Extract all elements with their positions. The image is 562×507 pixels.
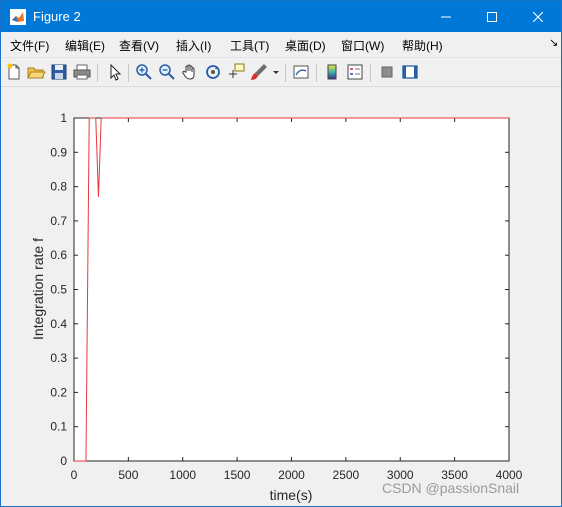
- minimize-button[interactable]: [423, 1, 469, 32]
- save-icon[interactable]: [49, 62, 69, 82]
- menu-help[interactable]: 帮助(H): [402, 37, 443, 54]
- y-axis-label: Integration rate f: [30, 238, 46, 340]
- toolbar-separator: [97, 64, 98, 82]
- pan-hand-icon[interactable]: [180, 62, 200, 82]
- menu-desktop[interactable]: 桌面(D): [285, 37, 326, 54]
- menu-insert[interactable]: 插入(I): [176, 37, 211, 54]
- x-tick-label: 1500: [224, 468, 251, 482]
- minimize-icon: [441, 16, 451, 17]
- axes-background: [73, 117, 510, 462]
- show-plot-tools-icon[interactable]: [400, 62, 420, 82]
- open-file-icon[interactable]: [26, 62, 46, 82]
- brush-icon[interactable]: [249, 62, 269, 82]
- close-icon: [533, 11, 543, 22]
- zoom-out-icon[interactable]: [157, 62, 177, 82]
- y-tick-label: 0.5: [50, 283, 67, 297]
- figure-toolbar: [1, 57, 561, 87]
- toolbar-separator: [370, 64, 371, 82]
- legend-icon[interactable]: [345, 62, 365, 82]
- data-cursor-icon[interactable]: [226, 62, 246, 82]
- x-tick-label: 2500: [333, 468, 360, 482]
- x-tick-label: 1000: [169, 468, 196, 482]
- window-title: Figure 2: [33, 9, 81, 24]
- y-tick-label: 0.8: [50, 180, 67, 194]
- menu-overflow-arrow-icon[interactable]: ↘: [549, 36, 558, 49]
- toolbar-separator: [316, 64, 317, 82]
- link-plot-icon[interactable]: [291, 62, 311, 82]
- pointer-icon[interactable]: [105, 62, 125, 82]
- x-tick-label: 500: [118, 468, 138, 482]
- matlab-logo-icon: [10, 9, 26, 25]
- menu-file[interactable]: 文件(F): [10, 37, 49, 54]
- y-tick-label: 1: [60, 111, 67, 125]
- x-axis-label: time(s): [270, 487, 313, 503]
- toolbar-separator: [285, 64, 286, 82]
- y-tick-label: 0.6: [50, 248, 67, 262]
- colorbar-icon[interactable]: [322, 62, 342, 82]
- axes: 0 500 1000 1500 2000 2500 3000 3500 4000 00.10.2…: [50, 111, 522, 482]
- y-tick-label: 0.3: [50, 351, 67, 365]
- toolbar-separator: [128, 64, 129, 82]
- menu-edit[interactable]: 编辑(E): [65, 37, 105, 54]
- y-tick-label: 0.7: [50, 214, 67, 228]
- new-figure-icon[interactable]: [4, 62, 24, 82]
- y-tick-label: 0.4: [50, 317, 67, 331]
- rotate-3d-icon[interactable]: [203, 62, 223, 82]
- x-tick-label: 0: [71, 468, 78, 482]
- y-tick-label: 0.2: [50, 385, 67, 399]
- maximize-icon: [487, 11, 497, 22]
- menu-view[interactable]: 查看(V): [119, 37, 159, 54]
- maximize-button[interactable]: [469, 1, 515, 32]
- y-tick-label: 0.9: [50, 145, 67, 159]
- close-button[interactable]: [515, 1, 561, 32]
- y-tick-label: 0: [60, 454, 67, 468]
- brush-dropdown-arrow-icon[interactable]: [271, 62, 281, 82]
- menu-tools[interactable]: 工具(T): [230, 37, 269, 54]
- zoom-in-icon[interactable]: [134, 62, 154, 82]
- watermark-text: CSDN @passionSnail: [382, 480, 520, 496]
- menu-bar: 文件(F) 编辑(E) 查看(V) 插入(I) 工具(T) 桌面(D) 窗口(W…: [1, 32, 561, 56]
- print-icon[interactable]: [72, 62, 92, 82]
- plot-canvas[interactable]: 0 500 1000 1500 2000 2500 3000 3500 4000 00.10.2…: [0, 87, 560, 505]
- hide-plot-tools-icon[interactable]: [377, 62, 397, 82]
- title-bar[interactable]: Figure 2: [1, 1, 561, 32]
- y-tick-label: 0.1: [50, 420, 67, 434]
- x-tick-label: 2000: [278, 468, 305, 482]
- menu-window[interactable]: 窗口(W): [341, 37, 384, 54]
